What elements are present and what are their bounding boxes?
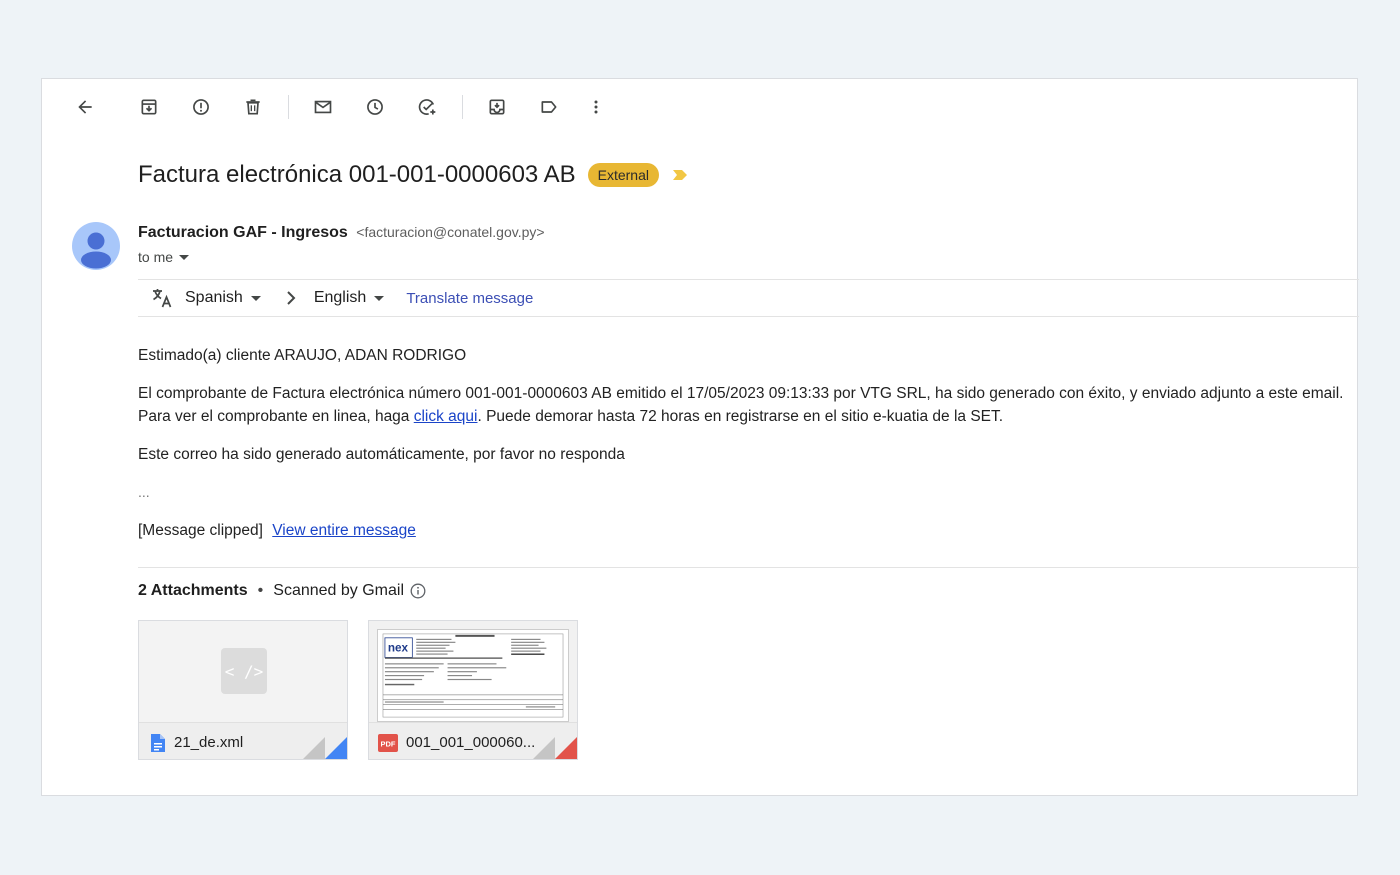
mail-icon[interactable] [307, 91, 339, 123]
target-language-select[interactable]: English [313, 289, 385, 307]
subject-row: Factura electrónica 001-001-0000603 AB E… [138, 159, 689, 191]
click-here-link[interactable]: click aqui [414, 408, 478, 425]
attachment-filename: 001_001_000060... [406, 734, 536, 751]
toolbar-divider [462, 95, 463, 119]
pdf-thumbnail: nex [377, 629, 569, 722]
page-fold-icon [303, 737, 347, 759]
email-view: Factura electrónica 001-001-0000603 AB E… [41, 78, 1359, 796]
translate-icon [150, 286, 174, 310]
attachment-preview: < /> [139, 621, 347, 722]
clipped-line: [Message clipped] View entire message [138, 519, 1348, 542]
report-spam-icon[interactable] [185, 91, 217, 123]
attachment-filename: 21_de.xml [174, 734, 244, 751]
label-icon[interactable] [533, 91, 565, 123]
toolbar [42, 79, 1357, 135]
svg-text:nex: nex [388, 642, 409, 655]
chevron-down-icon [179, 254, 190, 260]
source-language-label: Spanish [185, 289, 243, 306]
pdf-badge-text: PDF [381, 739, 396, 748]
attachment-card-pdf[interactable]: nex PDF 001_001_000060... [368, 620, 578, 760]
sender-line: Facturacion GAF - Ingresos <facturacion@… [138, 224, 545, 242]
chevron-down-icon [250, 295, 261, 301]
body-paragraph: El comprobante de Factura electrónica nú… [138, 382, 1348, 428]
translate-message-link[interactable]: Translate message [406, 290, 533, 307]
attachment-preview: nex [369, 621, 577, 722]
body-text-1: El comprobante de Factura electrónica nú… [138, 385, 1344, 402]
target-language-label: English [313, 289, 367, 306]
attachments-count: 2 Attachments [138, 582, 248, 599]
importance-marker-icon[interactable] [671, 168, 689, 182]
message-clipped-label: [Message clipped] [138, 522, 263, 539]
sender-name[interactable]: Facturacion GAF - Ingresos [138, 224, 348, 241]
view-entire-message-link[interactable]: View entire message [272, 522, 416, 539]
separator-dot: • [257, 582, 264, 599]
chevron-down-icon [374, 295, 385, 301]
clock-icon[interactable] [359, 91, 391, 123]
recipients-toggle[interactable]: to me [138, 249, 190, 265]
message-body: Estimado(a) cliente ARAUJO, ADAN RODRIGO… [138, 344, 1348, 557]
source-language-select[interactable]: Spanish [185, 289, 261, 307]
toolbar-divider [288, 95, 289, 119]
greeting: Estimado(a) cliente ARAUJO, ADAN RODRIGO [138, 347, 467, 364]
add-task-icon[interactable] [411, 91, 443, 123]
back-arrow-icon[interactable] [69, 91, 101, 123]
info-icon[interactable] [410, 583, 426, 599]
body-text-2b: . Puede demorar hasta 72 horas en regist… [477, 408, 1004, 425]
attachment-card-xml[interactable]: < /> 21_de.xml [138, 620, 348, 760]
external-badge[interactable]: External [587, 163, 659, 187]
trash-icon[interactable] [237, 91, 269, 123]
to-label: to me [138, 249, 174, 265]
more-vert-icon[interactable] [580, 91, 612, 123]
sender-email: <facturacion@conatel.gov.py> [356, 224, 545, 240]
page-fold-icon [533, 737, 577, 759]
code-file-icon: < /> [221, 648, 267, 694]
attachments-header: 2 Attachments • Scanned by Gmail [138, 582, 426, 600]
translate-bar: Spanish English Translate message [138, 279, 1359, 317]
trimmed-content-toggle[interactable]: ... [138, 481, 1348, 504]
move-to-icon[interactable] [481, 91, 513, 123]
attachments-divider [138, 567, 1359, 568]
scanned-by-gmail-label: Scanned by Gmail [273, 582, 404, 599]
avatar[interactable] [72, 222, 120, 270]
archive-icon[interactable] [133, 91, 165, 123]
email-subject: Factura electrónica 001-001-0000603 AB [138, 161, 576, 188]
chevron-right-icon [285, 290, 297, 306]
doc-file-icon [150, 733, 166, 753]
pdf-file-icon: PDF [378, 733, 398, 752]
auto-notice: Este correo ha sido generado automáticam… [138, 446, 625, 463]
body-text-2a: Para ver el comprobante en linea, haga [138, 408, 414, 425]
